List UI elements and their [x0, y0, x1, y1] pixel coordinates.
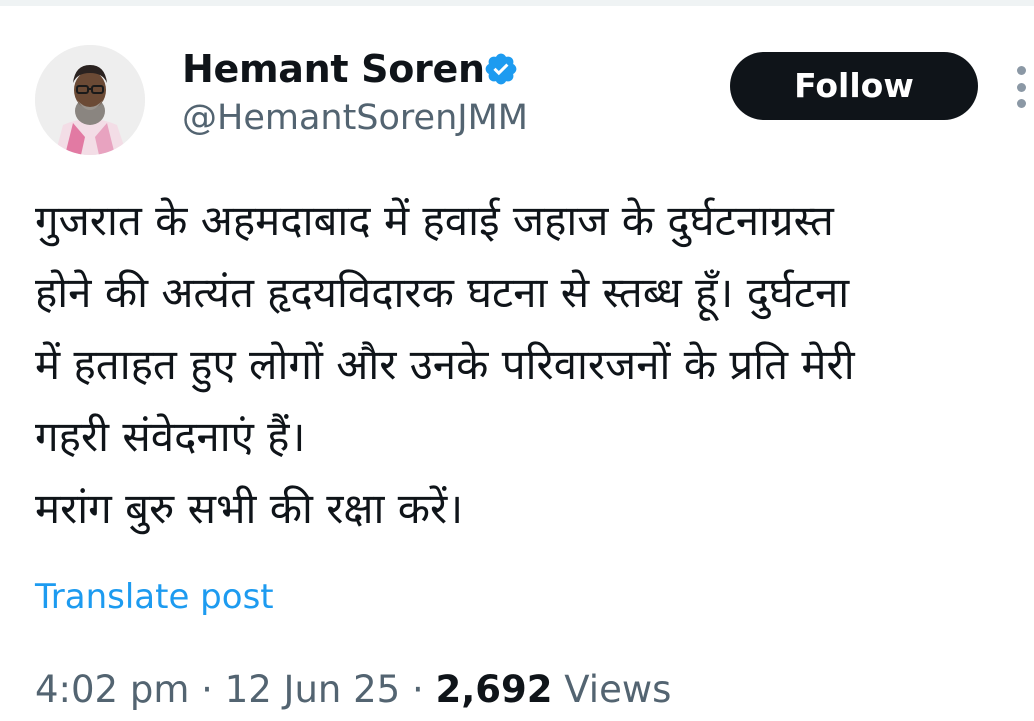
tweet-text: गुजरात के अहमदाबाद में हवाई जहाज के दुर्… — [35, 185, 1015, 545]
display-name[interactable]: Hemant Soren — [182, 45, 485, 93]
avatar-image — [35, 45, 145, 155]
verified-badge-icon — [485, 53, 517, 85]
more-options-icon[interactable] — [1013, 66, 1029, 108]
tweet-line: गहरी संवेदनाएं हैं। — [35, 412, 306, 461]
tweet-line: मरांग बुरु सभी की रक्षा करें। — [35, 484, 464, 533]
user-handle[interactable]: @HemantSorenJMM — [182, 96, 528, 140]
tweet-meta: 4:02 pm · 12 Jun 25 · 2,692 Views — [35, 665, 671, 715]
post-time[interactable]: 4:02 pm — [35, 668, 189, 711]
top-divider — [0, 0, 1034, 6]
meta-separator: · — [189, 668, 225, 711]
meta-separator: · — [400, 668, 436, 711]
views-label: Views — [564, 668, 672, 711]
more-dot — [1016, 99, 1026, 108]
post-date[interactable]: 12 Jun 25 — [225, 668, 401, 711]
follow-button[interactable]: Follow — [730, 52, 978, 120]
translate-post-link[interactable]: Translate post — [35, 575, 274, 619]
views-count[interactable]: 2,692 — [435, 668, 552, 711]
tweet-line: में हताहत हुए लोगों और उनके परिवारजनों क… — [35, 340, 855, 389]
more-dot — [1016, 82, 1026, 92]
tweet-line: होने की अत्यंत हृदयविदारक घटना से स्तब्ध… — [35, 268, 850, 317]
more-dot — [1016, 66, 1026, 75]
tweet-line: गुजरात के अहमदाबाद में हवाई जहाज के दुर्… — [35, 196, 834, 245]
avatar[interactable] — [35, 45, 145, 155]
